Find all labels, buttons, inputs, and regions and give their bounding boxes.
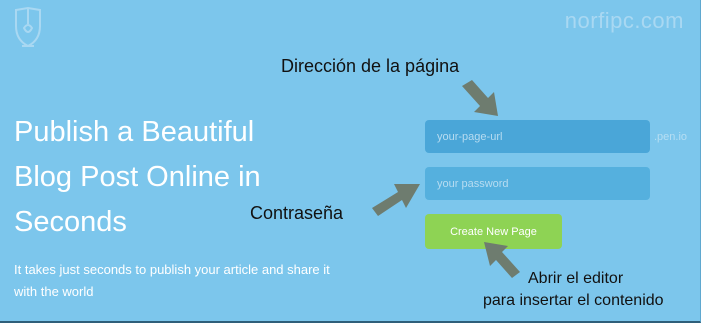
watermark: norfipc.com <box>564 8 684 33</box>
fountain-pen-nib-icon <box>15 6 41 48</box>
hero-headline: Publish a Beautiful Blog Post Online in … <box>14 116 261 238</box>
annotation-open-editor-line2: para insertar el contenido <box>483 292 664 309</box>
hero-subtext: It takes just seconds to publish your ar… <box>14 262 330 299</box>
password-input[interactable] <box>425 167 650 200</box>
arrow-down-right-icon <box>462 80 498 116</box>
annotation-password: Contraseña <box>250 203 344 223</box>
screenshot-frame: norfipc.com Publish a Beautiful Blog Pos… <box>0 0 701 323</box>
arrow-up-left-icon <box>484 242 520 278</box>
page-url-input[interactable] <box>425 120 650 153</box>
arrow-up-right-icon <box>372 184 420 216</box>
url-suffix: .pen.io <box>654 131 688 143</box>
annotation-open-editor-line1: Abrir el editor <box>528 270 624 287</box>
annotation-page-address: Dirección de la página <box>281 56 460 76</box>
